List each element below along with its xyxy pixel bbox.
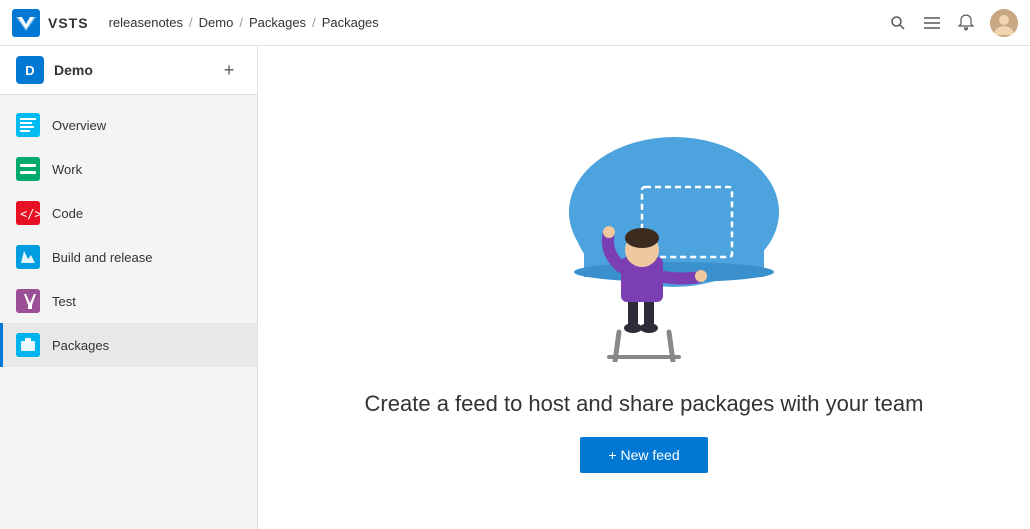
list-icon[interactable] (922, 13, 942, 33)
breadcrumb-item-0[interactable]: releasenotes (109, 15, 183, 30)
packages-icon (16, 333, 40, 357)
project-name: Demo (54, 62, 217, 78)
code-icon: </> (16, 201, 40, 225)
test-label: Test (52, 294, 76, 309)
packages-label: Packages (52, 338, 109, 353)
sidebar: D Demo + Overview (0, 46, 258, 529)
notifications-icon[interactable] (956, 13, 976, 33)
work-icon (16, 157, 40, 181)
logo-area: VSTS (12, 9, 89, 37)
new-feed-button[interactable]: + New feed (580, 437, 707, 473)
vsts-logo-icon (12, 9, 40, 37)
build-label: Build and release (52, 250, 152, 265)
build-icon (16, 245, 40, 269)
breadcrumb-sep-1: / (239, 15, 243, 30)
illustration (474, 102, 814, 367)
sidebar-item-test[interactable]: Test (0, 279, 257, 323)
user-avatar[interactable] (990, 9, 1018, 37)
breadcrumb-item-3[interactable]: Packages (322, 15, 379, 30)
project-header: D Demo + (0, 46, 257, 95)
project-avatar: D (16, 56, 44, 84)
project-add-button[interactable]: + (217, 58, 241, 82)
breadcrumb-item-1[interactable]: Demo (199, 15, 234, 30)
breadcrumb: releasenotes / Demo / Packages / Package… (109, 15, 888, 30)
app-title: VSTS (48, 15, 89, 31)
sidebar-item-build[interactable]: Build and release (0, 235, 257, 279)
main-layout: D Demo + Overview (0, 46, 1030, 529)
nav-items: Overview Work </> (0, 95, 257, 375)
work-label: Work (52, 162, 82, 177)
sidebar-item-code[interactable]: </> Code (0, 191, 257, 235)
sidebar-item-overview[interactable]: Overview (0, 103, 257, 147)
sidebar-item-packages[interactable]: Packages (0, 323, 257, 367)
code-label: Code (52, 206, 83, 221)
overview-icon (16, 113, 40, 137)
sidebar-item-work[interactable]: Work (0, 147, 257, 191)
top-nav: VSTS releasenotes / Demo / Packages / Pa… (0, 0, 1030, 46)
test-icon (16, 289, 40, 313)
breadcrumb-item-2[interactable]: Packages (249, 15, 306, 30)
overview-label: Overview (52, 118, 106, 133)
content-area: Create a feed to host and share packages… (258, 46, 1030, 529)
breadcrumb-sep-2: / (312, 15, 316, 30)
tagline-text: Create a feed to host and share packages… (365, 391, 924, 417)
nav-icons (888, 9, 1018, 37)
search-icon[interactable] (888, 13, 908, 33)
breadcrumb-sep-0: / (189, 15, 193, 30)
svg-text:</>: </> (20, 207, 40, 221)
